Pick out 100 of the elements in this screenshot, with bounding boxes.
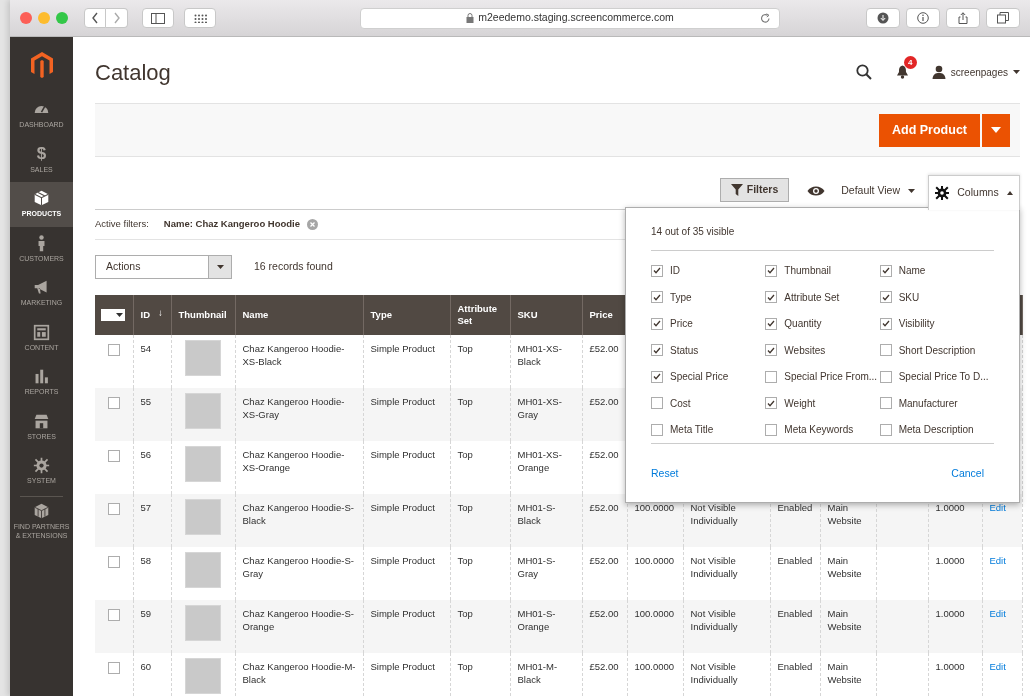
checkbox[interactable] xyxy=(651,264,663,277)
checkbox[interactable] xyxy=(879,344,892,356)
records-count: 16 records found xyxy=(254,259,333,275)
view-dropdown[interactable]: Default View xyxy=(807,183,915,199)
checkbox[interactable] xyxy=(765,370,778,383)
column-option[interactable]: Meta Keywords xyxy=(765,422,880,437)
column-option[interactable]: Visibility xyxy=(879,316,994,331)
check-icon xyxy=(767,346,776,354)
info-icon xyxy=(917,12,929,24)
checkbox[interactable] xyxy=(651,397,663,409)
row-checkbox[interactable] xyxy=(108,397,120,409)
info-button[interactable] xyxy=(906,8,940,28)
row-checkbox[interactable] xyxy=(108,556,120,568)
table-cell: Enabled xyxy=(770,653,820,696)
cancel-button[interactable]: Cancel xyxy=(951,466,984,482)
column-option[interactable]: Meta Title xyxy=(651,422,766,437)
checkbox[interactable] xyxy=(879,370,892,383)
column-option[interactable]: SKU xyxy=(879,289,994,305)
edit-link[interactable]: Edit xyxy=(989,502,1006,513)
column-option[interactable]: Attribute Set xyxy=(765,289,880,305)
reset-button[interactable]: Reset xyxy=(651,466,679,482)
grid-button[interactable] xyxy=(184,8,216,28)
checkbox[interactable] xyxy=(765,344,778,356)
eye-icon xyxy=(807,186,826,197)
search-button[interactable] xyxy=(853,62,874,82)
checkbox[interactable] xyxy=(879,397,892,409)
caret-icon xyxy=(116,313,123,317)
table-cell: Not Visible Individually xyxy=(683,653,770,696)
column-header[interactable]: ID xyxy=(140,309,150,321)
checkbox[interactable] xyxy=(651,317,663,330)
checkbox[interactable] xyxy=(651,423,663,436)
check-icon xyxy=(767,320,776,327)
column-option[interactable]: Weight xyxy=(765,395,880,411)
column-option[interactable]: Special Price To D... xyxy=(879,369,994,384)
row-checkbox[interactable] xyxy=(108,609,120,621)
sidebar-button[interactable] xyxy=(142,8,174,28)
column-option[interactable]: Websites xyxy=(765,342,880,358)
caret-icon xyxy=(1006,191,1013,195)
column-option[interactable]: Manufacturer xyxy=(879,395,994,411)
column-option[interactable]: Name xyxy=(879,263,994,278)
dollar-icon: $ xyxy=(36,145,47,164)
check-icon xyxy=(767,399,776,407)
filters-button[interactable]: Filters xyxy=(719,178,790,202)
checkbox[interactable] xyxy=(879,317,892,330)
row-checkbox[interactable] xyxy=(108,450,120,462)
column-option[interactable]: ID xyxy=(651,263,766,278)
column-option[interactable]: Meta Description xyxy=(879,422,994,437)
filters-label: Active filters: xyxy=(95,217,149,232)
row-checkbox[interactable] xyxy=(108,503,120,515)
url-text: m2eedemo.staging.screencommerce.com xyxy=(478,10,674,26)
remove-filter-button[interactable] xyxy=(307,219,319,230)
photo-placeholder xyxy=(185,658,221,694)
checkbox[interactable] xyxy=(651,291,663,303)
tabs-icon xyxy=(997,12,1009,24)
table-cell: Simple Product xyxy=(363,653,450,696)
address-bar[interactable]: m2eedemo.staging.screencommerce.com xyxy=(360,7,780,29)
search-icon xyxy=(855,64,872,80)
photo-placeholder xyxy=(185,446,221,482)
checkbox[interactable] xyxy=(879,423,892,436)
checkbox[interactable] xyxy=(765,423,778,436)
back-button[interactable] xyxy=(84,8,106,28)
checkbox[interactable] xyxy=(879,264,892,277)
column-option[interactable]: Cost xyxy=(651,395,766,411)
checkbox[interactable] xyxy=(651,344,663,356)
checkbox[interactable] xyxy=(765,397,778,409)
user-menu[interactable]: screenpages xyxy=(931,64,1020,80)
share-button[interactable] xyxy=(946,8,980,28)
table-cell: 1.0000 xyxy=(928,653,982,696)
edit-link[interactable]: Edit xyxy=(989,661,1006,672)
table-cell: Top xyxy=(450,653,510,696)
checkbox[interactable] xyxy=(879,291,892,303)
columns-dropdown[interactable]: Columns xyxy=(928,175,1020,210)
column-option[interactable]: Thumbnail xyxy=(765,263,880,278)
column-option[interactable]: Short Description xyxy=(879,342,994,358)
column-option[interactable]: Type xyxy=(651,289,766,305)
column-option[interactable]: Status xyxy=(651,342,766,358)
edit-link[interactable]: Edit xyxy=(989,608,1006,619)
add-product-button[interactable]: Add Product xyxy=(879,113,980,147)
checkbox[interactable] xyxy=(765,317,778,330)
logo-icon xyxy=(29,51,54,79)
lock-icon xyxy=(466,13,475,23)
table-cell: MH01-M-Black xyxy=(510,653,582,696)
download-button[interactable] xyxy=(866,8,900,28)
share-icon xyxy=(957,12,969,24)
row-checkbox[interactable] xyxy=(108,662,120,674)
checkbox[interactable] xyxy=(651,370,663,383)
checkbox[interactable] xyxy=(765,264,778,277)
column-option[interactable]: Quantity xyxy=(765,316,880,331)
column-option[interactable]: Price xyxy=(651,316,766,331)
checkbox[interactable] xyxy=(765,291,778,303)
actions-select[interactable]: Actions xyxy=(95,255,232,279)
edit-link[interactable]: Edit xyxy=(989,555,1006,566)
photo-placeholder xyxy=(185,393,221,429)
add-options-button[interactable] xyxy=(982,113,1010,147)
close-button[interactable] xyxy=(20,12,32,24)
bell-icon xyxy=(896,65,910,79)
column-option[interactable]: Special Price From... xyxy=(765,369,880,384)
column-option[interactable]: Special Price xyxy=(651,369,766,384)
row-checkbox[interactable] xyxy=(108,344,120,356)
tabs-button[interactable] xyxy=(986,8,1020,28)
